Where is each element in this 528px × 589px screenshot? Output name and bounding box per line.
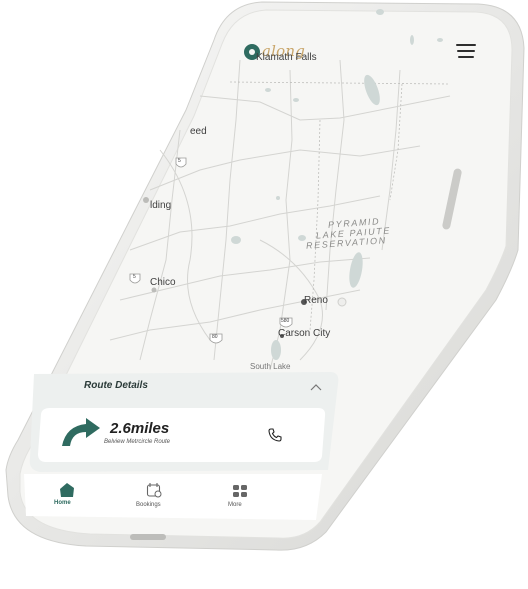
route-name: Belview Metrcircle Route — [104, 439, 171, 445]
route-details-title: Route Details — [84, 380, 148, 391]
nav-item-more[interactable]: More — [218, 478, 258, 514]
calendar-icon — [146, 483, 162, 498]
nav-label-bookings: Bookings — [136, 502, 161, 508]
phone-mockup-scene: 5 5 80 580 eed lding Chico Reno Carson C… — [0, 0, 528, 589]
route-turn-arrow-icon — [62, 418, 100, 446]
phone-icon[interactable] — [268, 428, 282, 442]
bottom-navigation: Home Bookings More — [22, 474, 322, 518]
grid-icon — [233, 485, 247, 497]
nav-label-home: Home — [54, 500, 71, 506]
nav-item-home[interactable]: Home — [46, 478, 86, 514]
route-distance: 2.6miles — [110, 420, 170, 437]
home-icon — [60, 483, 74, 497]
chevron-up-icon[interactable] — [310, 383, 322, 391]
nav-label-more: More — [228, 502, 242, 508]
nav-item-bookings[interactable]: Bookings — [132, 478, 172, 514]
